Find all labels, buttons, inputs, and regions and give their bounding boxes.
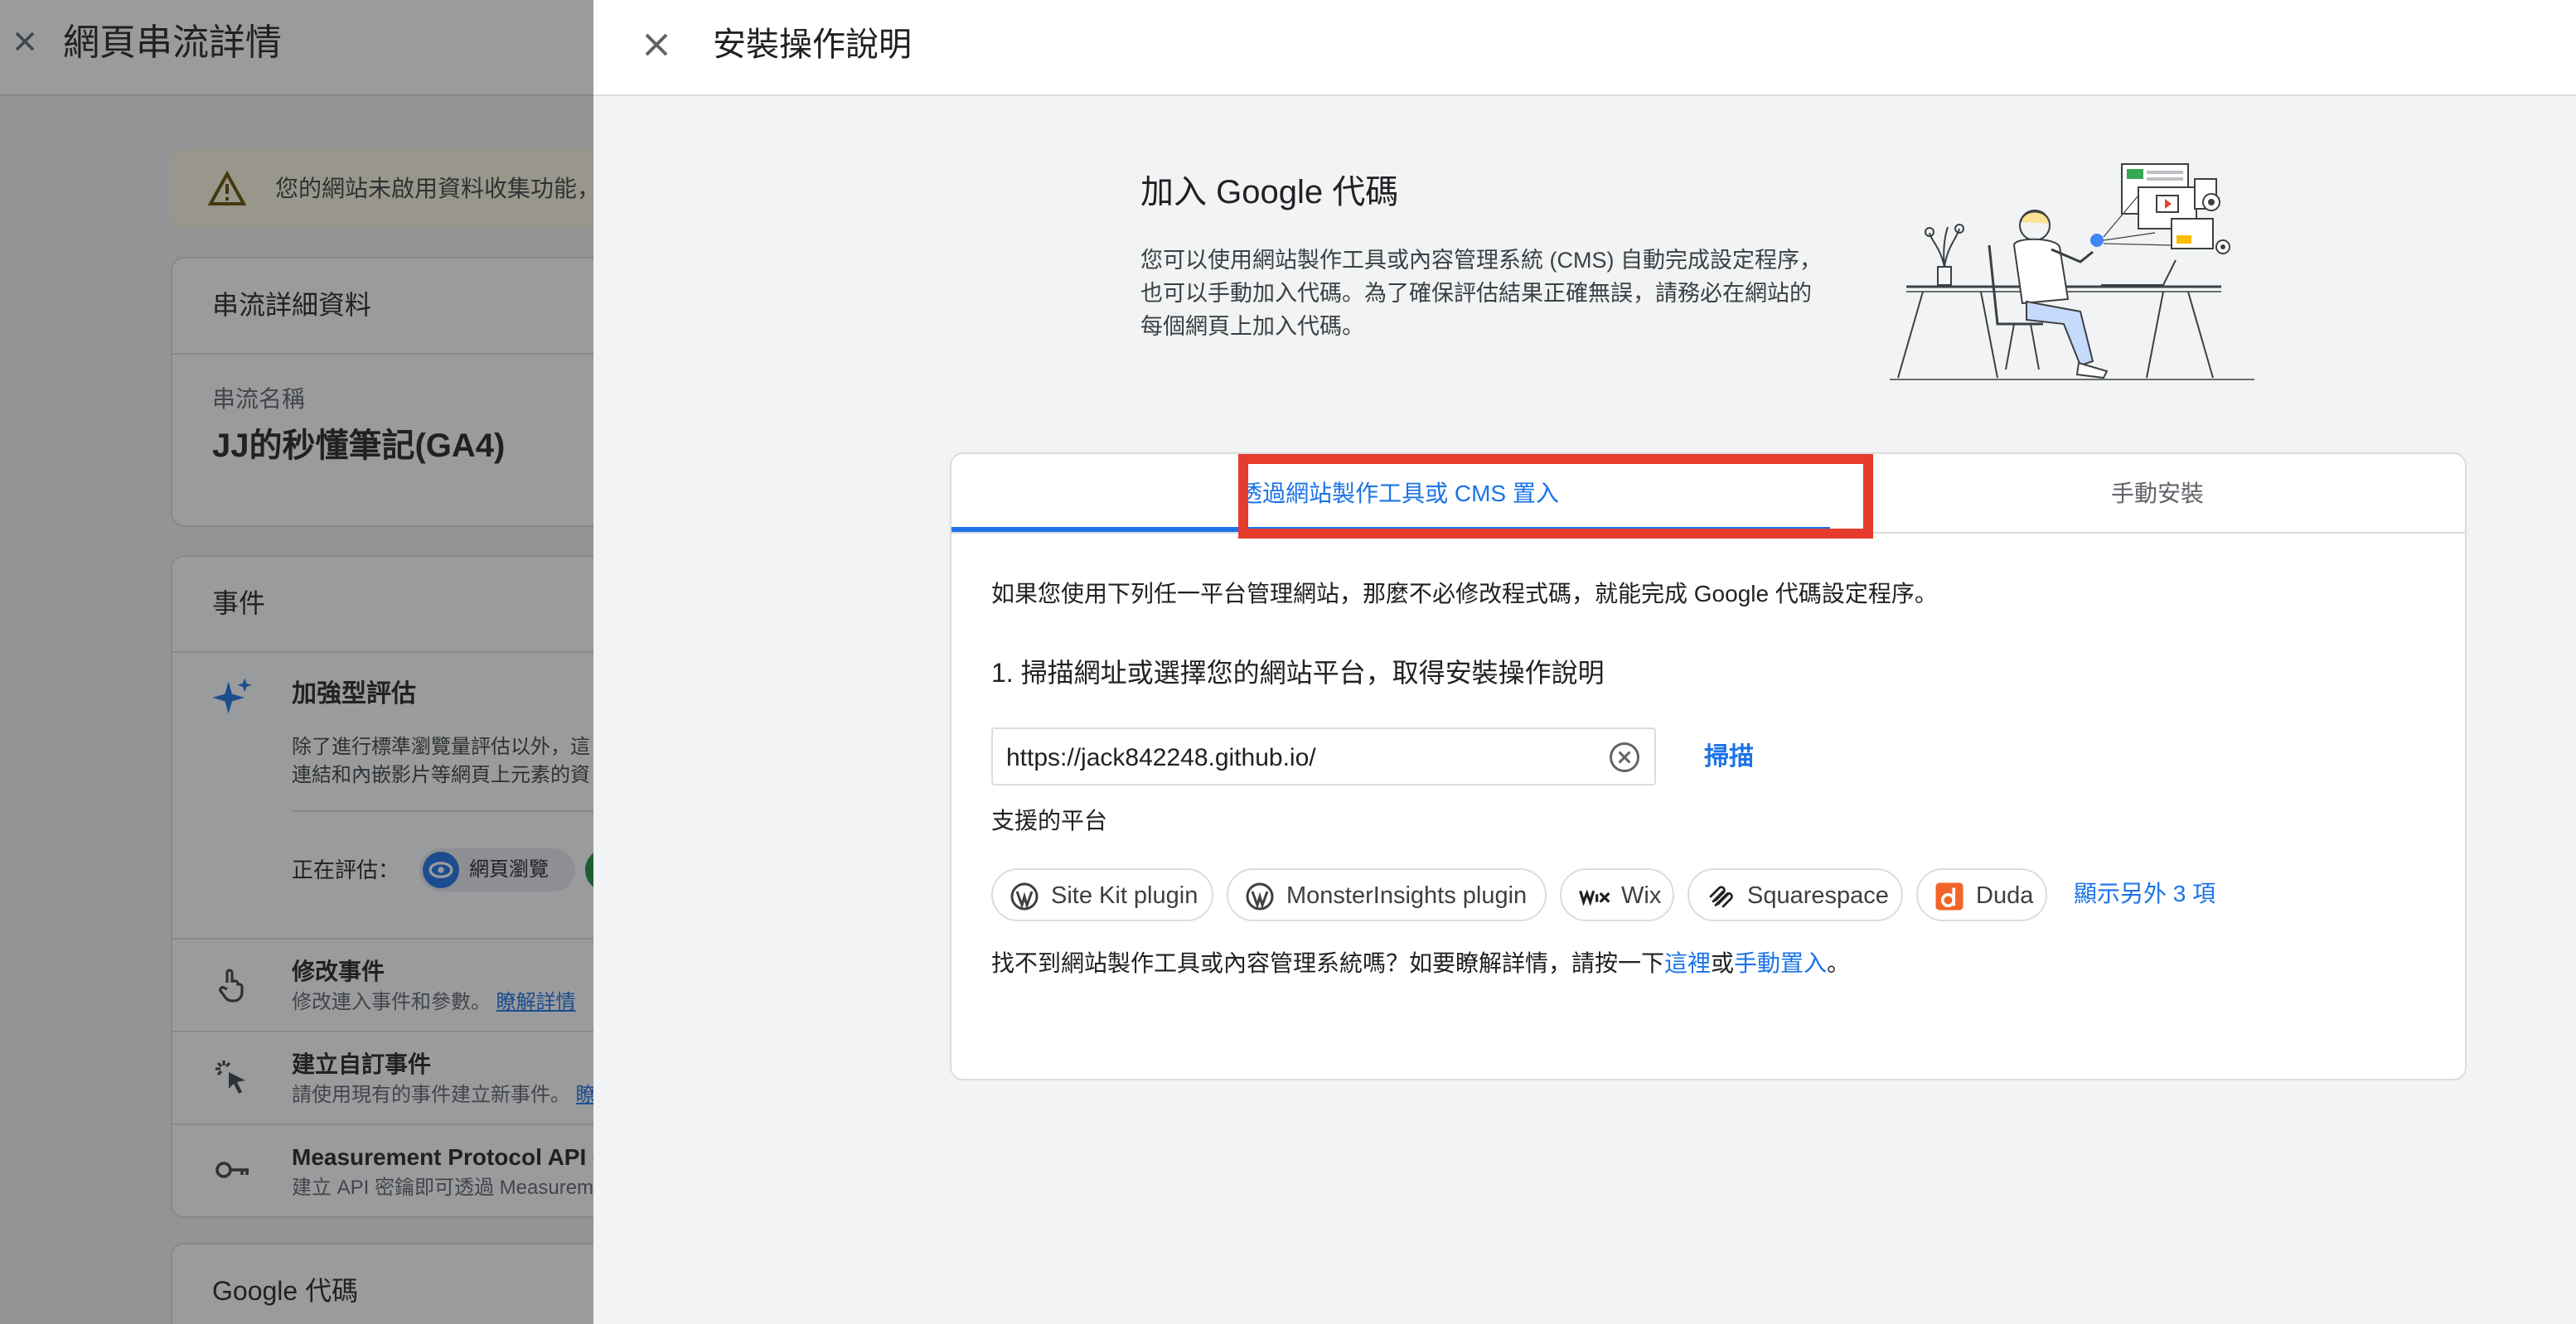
tab-divider (951, 532, 2465, 534)
help-text: 找不到網站製作工具或內容管理系統嗎？如要瞭解詳情，請按一下這裡或手動置入。 (991, 948, 1850, 979)
step-title: 1. 掃描網址或選擇您的網站平台，取得安裝操作說明 (991, 658, 1605, 688)
hero-description: 也可以手動加入代碼。為了確保評估結果正確無誤，請務必在網站的 (1140, 281, 1812, 306)
platform-name: Site Kit plugin (1051, 882, 1198, 909)
overlay-scrim[interactable] (0, 0, 593, 1324)
platform-chip-monsterinsights[interactable]: MonsterInsights plugin (1227, 868, 1547, 921)
tab-manual-install[interactable]: 手動安裝 (1847, 454, 2468, 534)
squarespace-icon (1709, 886, 1733, 908)
install-instructions-panel: 安裝操作說明 加入 Google 代碼 您可以使用網站製作工具或內容管理系統 (… (593, 0, 2576, 1324)
install-options-card: 透過網站製作工具或 CMS 置入 手動安裝 如果您使用下列任一平台管理網站，那麼… (950, 452, 2467, 1080)
show-more-platforms-link[interactable]: 顯示另外 3 項 (2074, 879, 2215, 909)
here-link[interactable]: 這裡 (1664, 950, 1711, 976)
tab-manual-install-label: 手動安裝 (2110, 481, 2204, 506)
platform-chip-squarespace[interactable]: Squarespace (1687, 868, 1903, 921)
intro-text: 如果您使用下列任一平台管理網站，那麼不必修改程式碼，就能完成 Google 代碼… (991, 581, 1938, 606)
clear-icon[interactable] (1606, 739, 1643, 776)
platform-name: Duda (1976, 882, 2034, 909)
platform-name: MonsterInsights plugin (1286, 882, 1528, 909)
hero-description: 您可以使用網站製作工具或內容管理系統 (CMS) 自動完成設定程序， (1140, 248, 1822, 273)
duda-icon (1935, 882, 1963, 911)
wordpress-icon (1010, 882, 1039, 911)
panel-title: 安裝操作說明 (713, 27, 912, 63)
platform-name: Squarespace (1747, 882, 1889, 909)
manual-install-link[interactable]: 手動置入 (1734, 950, 1827, 976)
hero-description: 每個網頁上加入代碼。 (1140, 314, 1364, 339)
tab-cms-install-label: 透過網站製作工具或 CMS 置入 (1239, 481, 1559, 506)
platform-name: Wix (1621, 882, 1662, 909)
platform-chip-site-kit[interactable]: Site Kit plugin (991, 868, 1213, 921)
website-url-input[interactable]: https://jack842248.github.io/ (991, 727, 1656, 785)
tab-cms-install[interactable]: 透過網站製作工具或 CMS 置入 (951, 454, 1847, 534)
close-icon[interactable] (637, 25, 676, 65)
hero-title: 加入 Google 代碼 (1140, 174, 1399, 210)
scan-button[interactable]: 掃描 (1704, 741, 1754, 774)
supported-platforms-label: 支援的平台 (991, 808, 1108, 834)
wordpress-icon (1246, 882, 1274, 911)
website-url-value[interactable]: https://jack842248.github.io/ (1006, 742, 1316, 775)
wix-icon (1579, 889, 1610, 906)
help-text-suffix: 。 (1827, 950, 1851, 976)
panel-header: 安裝操作說明 (593, 0, 2576, 96)
person-at-desk-illustration (1890, 163, 2254, 380)
platform-chip-wix[interactable]: Wix (1560, 868, 1674, 921)
help-text-prefix: 找不到網站製作工具或內容管理系統嗎？如要瞭解詳情，請按一下 (991, 950, 1665, 976)
platform-chip-duda[interactable]: Duda (1916, 868, 2047, 921)
help-text-middle: 或 (1711, 950, 1735, 976)
